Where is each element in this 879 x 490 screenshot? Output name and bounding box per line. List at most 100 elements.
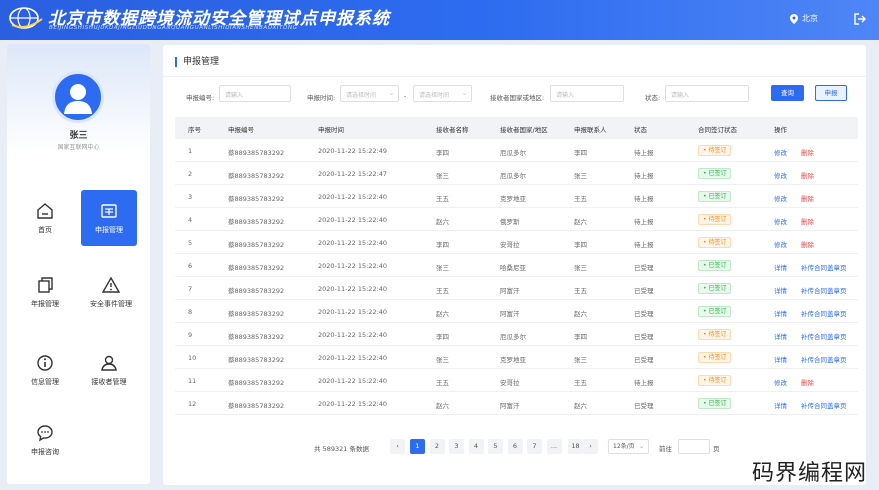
- cell-status: 已受理: [634, 287, 654, 295]
- cell-status: 待上报: [634, 172, 654, 180]
- page-button[interactable]: 7: [527, 439, 542, 454]
- row-delete-link[interactable]: 删除: [801, 239, 814, 249]
- row-delete-link[interactable]: 删除: [801, 170, 814, 180]
- nav-receivers[interactable]: 接收者管理: [81, 342, 137, 398]
- cell-time: 2020-11-22 15:22:49: [318, 147, 388, 155]
- cell-no: 7: [188, 285, 193, 293]
- cell-id: 蔡889385783292: [228, 310, 285, 318]
- contract-status-badge: • 已签订: [698, 398, 732, 409]
- cell-receiver: 李四: [436, 241, 449, 249]
- cell-no: 4: [188, 216, 193, 224]
- row-action-primary[interactable]: 修改: [774, 377, 787, 387]
- cell-id: 蔡889385783292: [228, 287, 285, 295]
- table-row: 12 蔡889385783292 2020-11-22 15:22:40 赵六 阿富汗 赵…: [175, 392, 858, 415]
- row-action-primary[interactable]: 详情: [774, 285, 787, 295]
- cell-contact: 赵六: [574, 218, 587, 226]
- location-selector[interactable]: 北京: [790, 13, 818, 24]
- cell-contact: 张三: [574, 264, 587, 272]
- logout-icon[interactable]: [853, 12, 867, 26]
- nav-label: 接收者管理: [91, 378, 127, 386]
- nav-security-events[interactable]: 安全事件管理: [81, 264, 141, 320]
- row-delete-link[interactable]: 删除: [801, 377, 814, 387]
- page-button[interactable]: 5: [488, 439, 503, 454]
- start-date-placeholder: 请选择时间: [346, 92, 377, 99]
- row-action-primary[interactable]: 修改: [774, 147, 787, 157]
- status-input[interactable]: 请输入: [665, 85, 749, 102]
- row-action-primary[interactable]: 详情: [774, 400, 787, 410]
- cell-time: 2020-11-22 15:22:40: [318, 400, 388, 408]
- row-upload-contract-link[interactable]: 补传合同盖章页: [801, 285, 847, 295]
- cell-status: 已受理: [634, 333, 654, 341]
- column-header: 序号: [188, 126, 201, 134]
- cell-receiver: 赵六: [436, 218, 449, 226]
- cell-no: 1: [188, 147, 193, 155]
- page-button[interactable]: 6: [507, 439, 523, 454]
- column-header: 操作: [774, 126, 787, 134]
- cell-contact: 张三: [574, 356, 587, 364]
- row-action-primary[interactable]: 修改: [774, 239, 787, 249]
- page-title: 申报管理: [175, 57, 219, 67]
- row-action-primary[interactable]: 修改: [774, 170, 787, 180]
- row-upload-contract-link[interactable]: 补传合同盖章页: [801, 400, 847, 410]
- cell-id: 蔡889385783292: [228, 402, 285, 410]
- row-action-primary[interactable]: 详情: [774, 262, 787, 272]
- nav-consulting[interactable]: 申报咨询: [17, 412, 73, 468]
- page-button[interactable]: 18: [568, 439, 583, 454]
- nav-annual-report[interactable]: 年报管理: [17, 264, 73, 320]
- row-delete-link[interactable]: 删除: [801, 147, 814, 157]
- declare-button[interactable]: 申报: [815, 85, 847, 101]
- range-separator: -: [404, 92, 407, 100]
- nav-home[interactable]: 首页: [17, 190, 73, 246]
- column-header: 申报联系人: [574, 126, 607, 134]
- column-header: 接收者名称: [436, 126, 469, 134]
- page-button[interactable]: 3: [449, 439, 464, 454]
- cell-receiver: 张三: [436, 356, 449, 364]
- cell-receiver: 李四: [436, 333, 449, 341]
- goto-page-input[interactable]: [678, 439, 710, 454]
- home-icon: [37, 203, 53, 219]
- row-upload-contract-link[interactable]: 补传合同盖章页: [801, 308, 847, 318]
- cell-no: 10: [188, 354, 197, 362]
- row-upload-contract-link[interactable]: 补传合同盖章页: [801, 331, 847, 341]
- start-date-picker[interactable]: 请选择时间 ⌄: [340, 85, 399, 102]
- prev-page-button[interactable]: ‹: [390, 439, 405, 454]
- page-button[interactable]: 1: [410, 439, 425, 454]
- cell-contact: 王五: [574, 379, 587, 387]
- contract-status-badge: • 待签订: [698, 214, 732, 225]
- nav-label: 首页: [38, 226, 52, 234]
- cell-no: 9: [188, 331, 193, 339]
- user-name: 张三: [69, 131, 88, 141]
- cell-contact: 李四: [574, 241, 587, 249]
- region-input[interactable]: 请输入: [550, 85, 624, 102]
- row-action-primary[interactable]: 详情: [774, 354, 787, 364]
- filter-time-label: 申报时间:: [307, 94, 336, 102]
- page-button[interactable]: 4: [468, 439, 484, 454]
- cell-time: 2020-11-22 15:22:40: [318, 262, 388, 270]
- end-date-picker[interactable]: 请选择时间 ⌄: [413, 85, 472, 102]
- page-ellipsis[interactable]: ...: [546, 439, 562, 454]
- declaration-id-input[interactable]: 请输入: [219, 85, 291, 102]
- row-action-primary[interactable]: 详情: [774, 331, 787, 341]
- page-button[interactable]: 2: [429, 439, 445, 454]
- table-row: 4 蔡889385783292 2020-11-22 15:22:40 赵六 俄罗斯 赵六…: [175, 208, 858, 231]
- cell-status: 待上报: [634, 241, 654, 249]
- table-row: 11 蔡889385783292 2020-11-22 15:22:40 王五 安哥拉 王…: [175, 369, 858, 392]
- row-upload-contract-link[interactable]: 补传合同盖章页: [801, 262, 847, 272]
- next-page-button[interactable]: ›: [583, 439, 598, 454]
- row-action-primary[interactable]: 修改: [774, 216, 787, 226]
- total-count: 共 589321 条数据: [314, 445, 369, 453]
- top-bar: 北京市数据跨境流动安全管理试点申报系统 BEIJINGSHISHUJUKUAJI…: [0, 0, 879, 40]
- row-delete-link[interactable]: 删除: [801, 216, 814, 226]
- row-delete-link[interactable]: 删除: [801, 193, 814, 203]
- query-button[interactable]: 查询: [771, 85, 804, 101]
- row-action-primary[interactable]: 修改: [774, 193, 787, 203]
- cell-region: 安哥拉: [500, 241, 520, 249]
- row-upload-contract-link[interactable]: 补传合同盖章页: [801, 354, 847, 364]
- nav-declaration[interactable]: 申报管理: [81, 190, 137, 246]
- page-size-select[interactable]: 12条/页 ⌄: [608, 439, 649, 454]
- nav-label: 申报咨询: [31, 448, 59, 456]
- avatar[interactable]: [52, 71, 104, 123]
- row-action-primary[interactable]: 详情: [774, 308, 787, 318]
- nav-info[interactable]: 信息管理: [17, 342, 73, 398]
- cell-status: 待上报: [634, 195, 654, 203]
